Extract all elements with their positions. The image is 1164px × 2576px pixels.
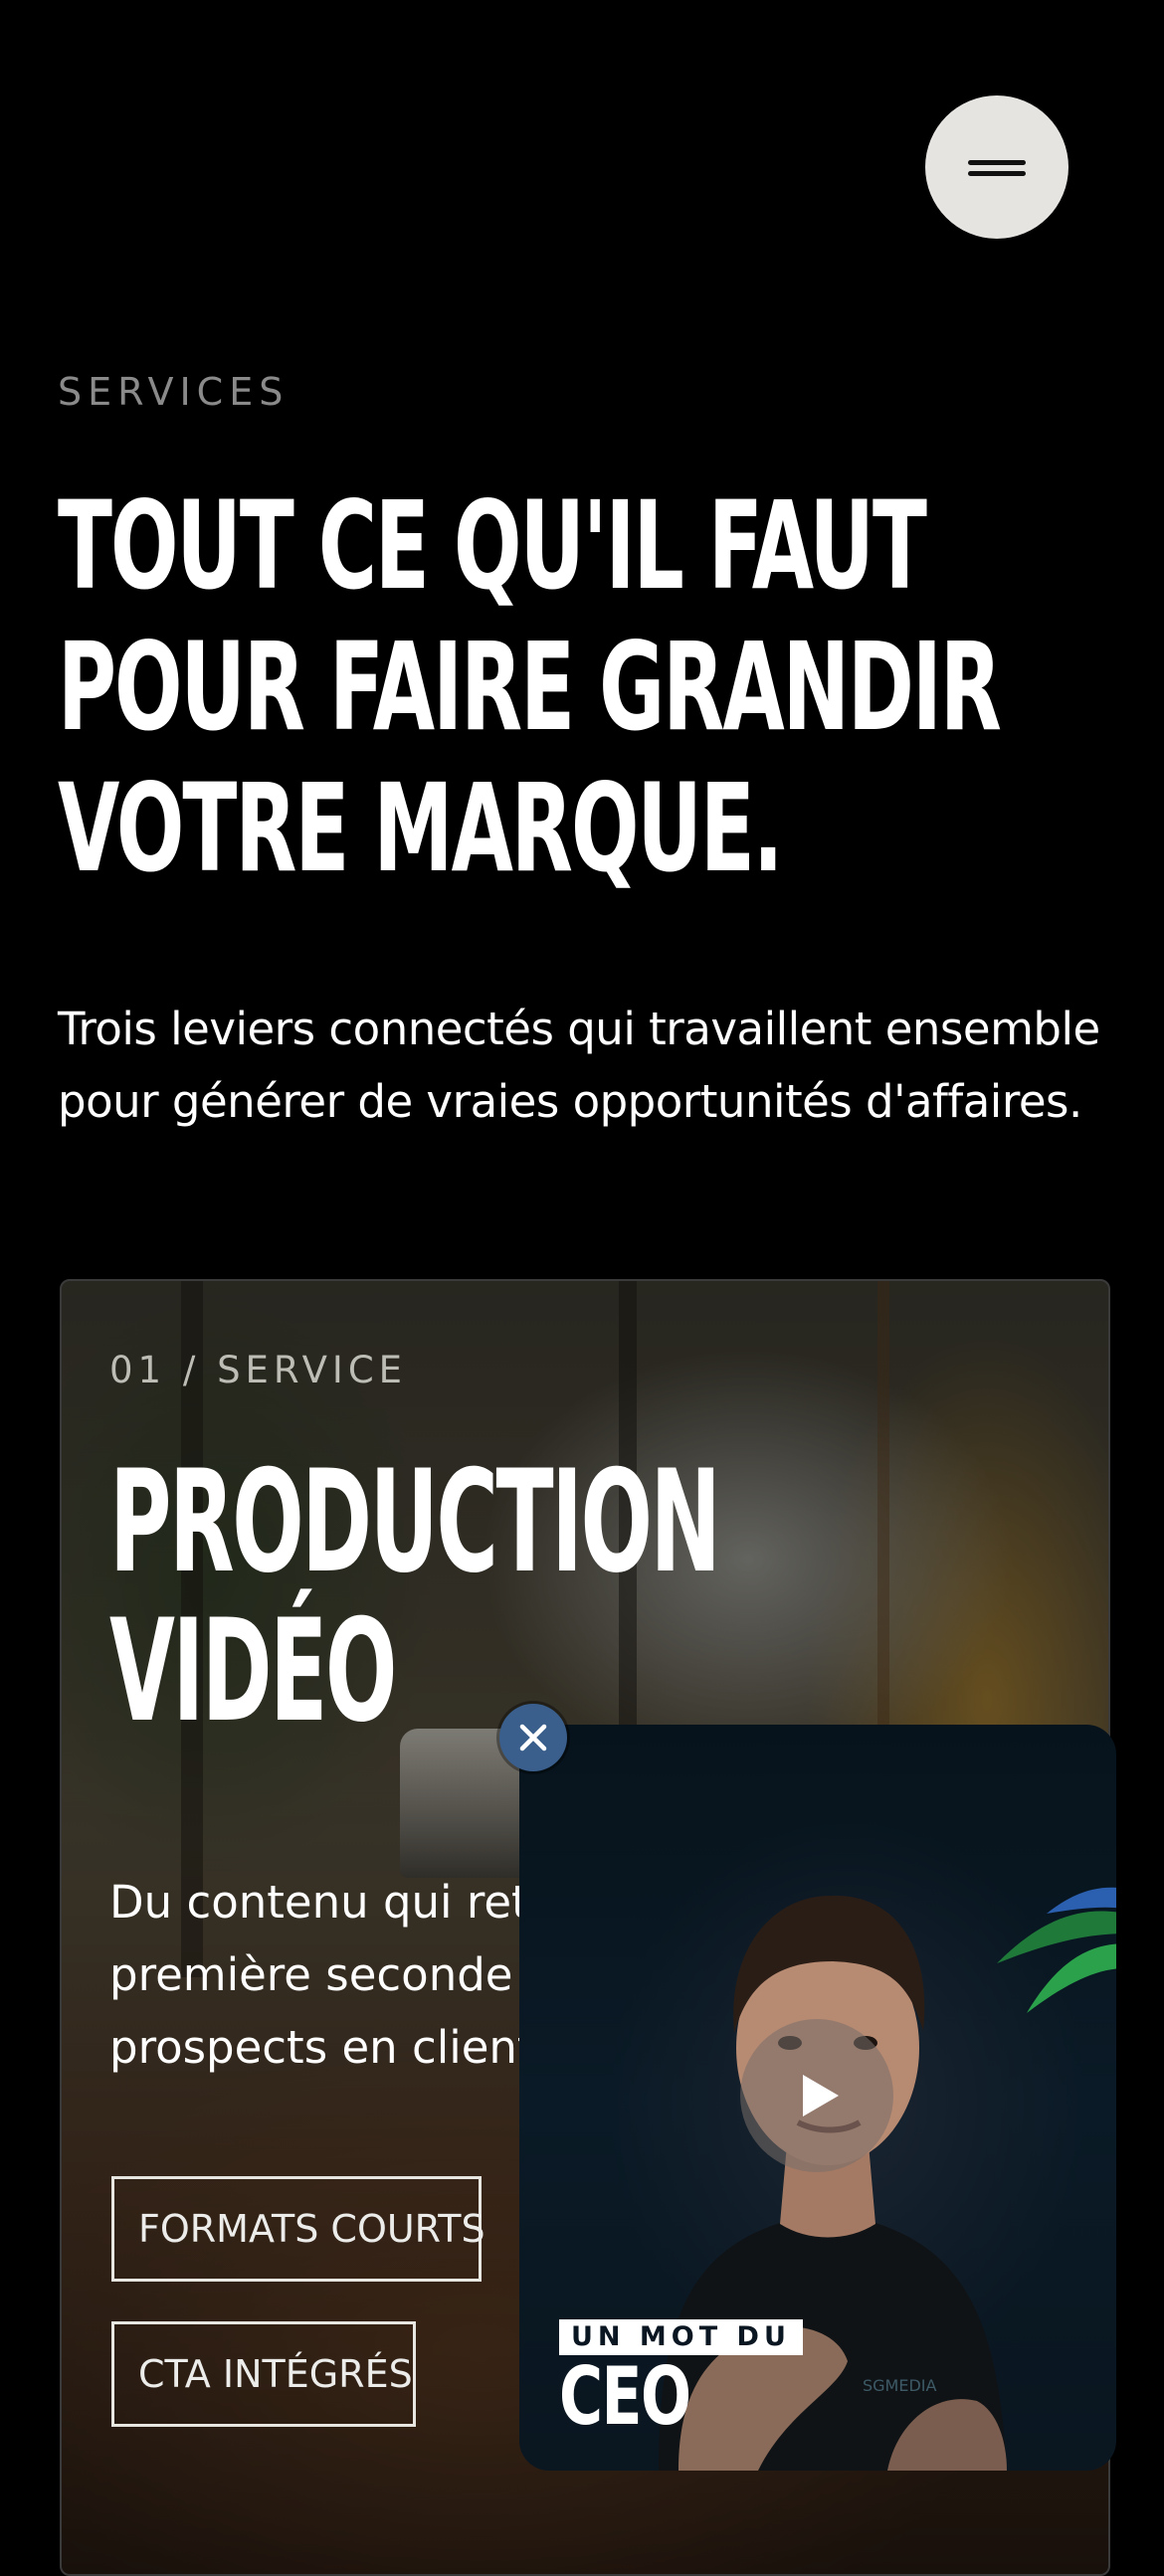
headline-line: POUR FAIRE GRANDIR (58, 617, 1002, 758)
headline-line: VOTRE MARQUE. (58, 758, 783, 899)
intro-line: pour générer de vraies opportunités d'af… (58, 1075, 1082, 1128)
menu-button[interactable] (925, 95, 1068, 239)
section-intro: Trois leviers connectés qui travaillent … (58, 993, 1112, 1138)
ceo-video-widget[interactable]: SGMEDIA UN MOT DU CEO (519, 1725, 1116, 2471)
service-number: 01 / SERVICE (109, 1349, 408, 1391)
shirt-logo: SGMEDIA (863, 2376, 937, 2395)
play-icon (803, 2075, 839, 2116)
intro-line: Trois leviers connectés qui travaillent … (58, 1003, 1100, 1055)
ceo-badge: UN MOT DU CEO (559, 2319, 803, 2443)
service-title: PRODUCTION VIDÉO (109, 1440, 721, 1747)
play-button[interactable] (740, 2019, 893, 2172)
hamburger-menu-icon (968, 157, 1026, 177)
tag-formats-courts[interactable]: FORMATS COURTS (111, 2176, 485, 2282)
tag-cta-integres[interactable]: CTA INTÉGRÉS (111, 2321, 416, 2427)
section-eyebrow: SERVICES (58, 370, 290, 414)
service-title-line: PRODUCTION (109, 1440, 721, 1604)
ceo-badge-main: CEO (559, 2350, 691, 2443)
close-icon (519, 1724, 547, 1751)
headline-line: TOUT CE QU'IL FAUT (58, 475, 927, 617)
close-video-button[interactable] (499, 1704, 567, 1771)
section-headline: TOUT CE QU'IL FAUT POUR FAIRE GRANDIR VO… (58, 475, 1002, 899)
